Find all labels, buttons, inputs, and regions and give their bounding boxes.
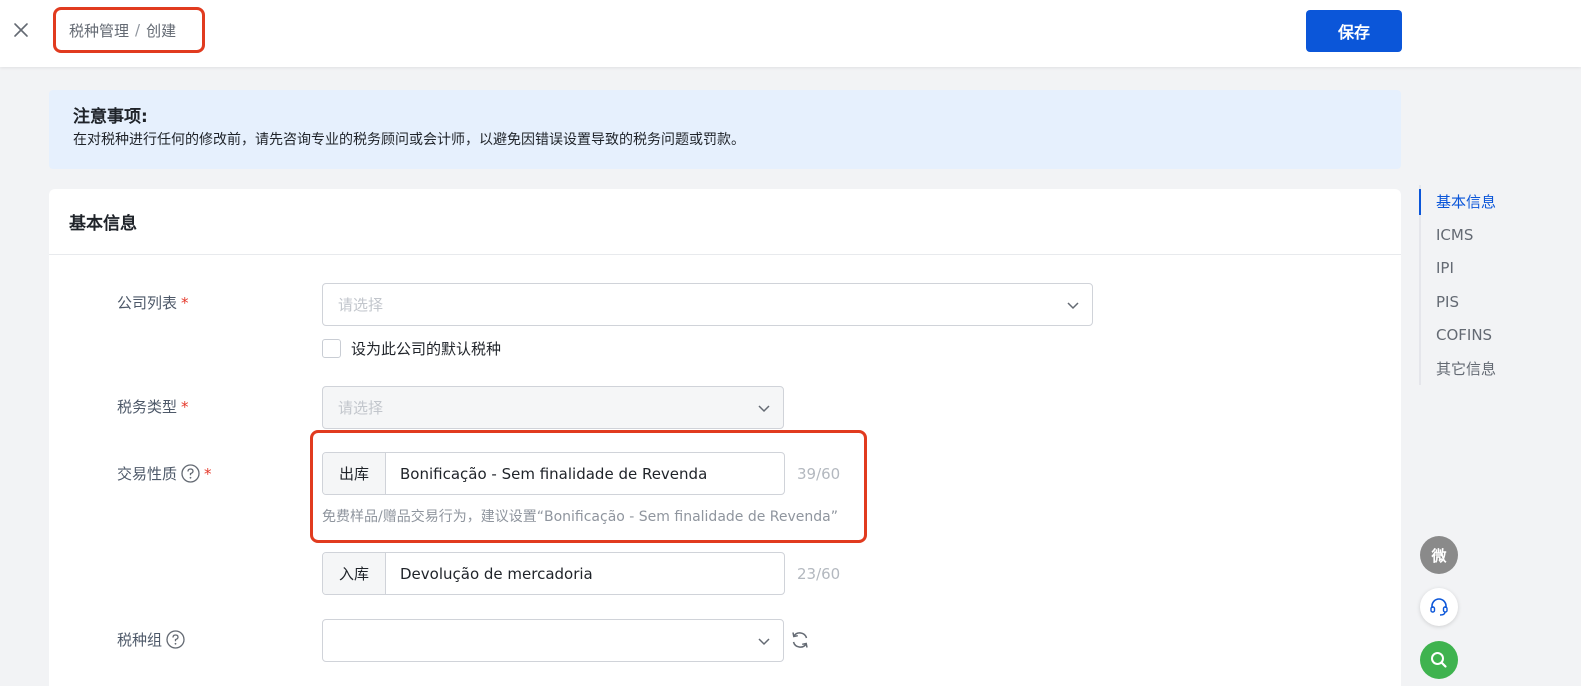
top-bar: 税种管理 / 创建 保存 — [0, 0, 1581, 67]
required-mark: * — [181, 397, 189, 416]
notice-text: 在对税种进行任何的修改前，请先咨询专业的税务顾问或会计师，以避免因错误设置导致的… — [73, 132, 745, 148]
outbound-hint: 免费样品/赠品交易行为，建议设置“Bonificação - Sem final… — [322, 509, 838, 525]
outbound-char-counter: 39/60 — [797, 465, 841, 483]
question-circle-icon[interactable] — [181, 464, 200, 483]
notice-title: 注意事项: — [73, 107, 148, 127]
outbound-addon: 出库 — [323, 453, 386, 494]
tax-type-label: 税务类型 * — [117, 396, 189, 417]
anchor-pis[interactable]: PIS — [1421, 285, 1496, 318]
notice-banner: 注意事项: 在对税种进行任何的修改前，请先咨询专业的税务顾问或会计师，以避免因错… — [49, 90, 1401, 169]
inbound-nature-field: 入库 — [322, 552, 785, 595]
anchor-ipi[interactable]: IPI — [1421, 252, 1496, 285]
tax-type-select[interactable]: 请选择 — [322, 386, 784, 429]
tax-type-label-text: 税务类型 — [117, 398, 178, 416]
close-icon[interactable] — [10, 19, 32, 41]
transaction-nature-label-text: 交易性质 — [117, 465, 178, 483]
inbound-addon: 入库 — [323, 553, 386, 594]
tax-type-select-placeholder: 请选择 — [338, 399, 384, 417]
breadcrumb-separator: / — [135, 21, 141, 39]
headset-icon[interactable] — [1420, 588, 1458, 626]
breadcrumb-parent[interactable]: 税种管理 — [69, 20, 129, 41]
wechat-label: 微 — [1431, 546, 1447, 565]
company-label-text: 公司列表 — [117, 294, 178, 312]
search-icon[interactable] — [1420, 641, 1458, 679]
breadcrumb-current: 创建 — [146, 21, 177, 40]
transaction-nature-label: 交易性质 * — [117, 463, 212, 484]
company-label: 公司列表 * — [117, 292, 189, 313]
refresh-icon[interactable] — [790, 630, 810, 650]
company-select[interactable]: 请选择 — [322, 283, 1093, 326]
outbound-nature-field: 出库 — [322, 452, 785, 495]
default-tax-checkbox[interactable] — [322, 339, 341, 358]
company-select-placeholder: 请选择 — [338, 296, 384, 314]
outbound-nature-input[interactable] — [386, 453, 784, 494]
tax-group-label: 税种组 — [117, 629, 185, 650]
save-button[interactable]: 保存 — [1306, 10, 1402, 52]
anchor-basic-info[interactable]: 基本信息 — [1418, 185, 1496, 218]
default-tax-option: 设为此公司的默认税种 — [322, 338, 501, 359]
tax-group-select[interactable] — [322, 619, 784, 662]
inbound-nature-input[interactable] — [386, 553, 784, 594]
anchor-cofins[interactable]: COFINS — [1421, 319, 1496, 352]
chevron-down-icon — [757, 634, 771, 648]
anchor-nav: 基本信息 ICMS IPI PIS COFINS 其它信息 — [1418, 185, 1496, 386]
default-tax-checkbox-label[interactable]: 设为此公司的默认税种 — [351, 338, 501, 359]
chevron-down-icon — [757, 401, 771, 415]
chevron-down-icon — [1066, 298, 1080, 312]
wechat-icon[interactable]: 微 — [1420, 536, 1458, 574]
tax-group-label-text: 税种组 — [117, 631, 163, 649]
anchor-icms[interactable]: ICMS — [1421, 218, 1496, 251]
inbound-char-counter: 23/60 — [797, 565, 841, 583]
question-circle-icon[interactable] — [166, 630, 185, 649]
section-title: 基本信息 — [49, 189, 1401, 255]
required-mark: * — [181, 293, 189, 312]
anchor-other-info[interactable]: 其它信息 — [1421, 352, 1496, 385]
breadcrumb: 税种管理 / 创建 — [53, 7, 205, 53]
required-mark: * — [204, 464, 212, 483]
